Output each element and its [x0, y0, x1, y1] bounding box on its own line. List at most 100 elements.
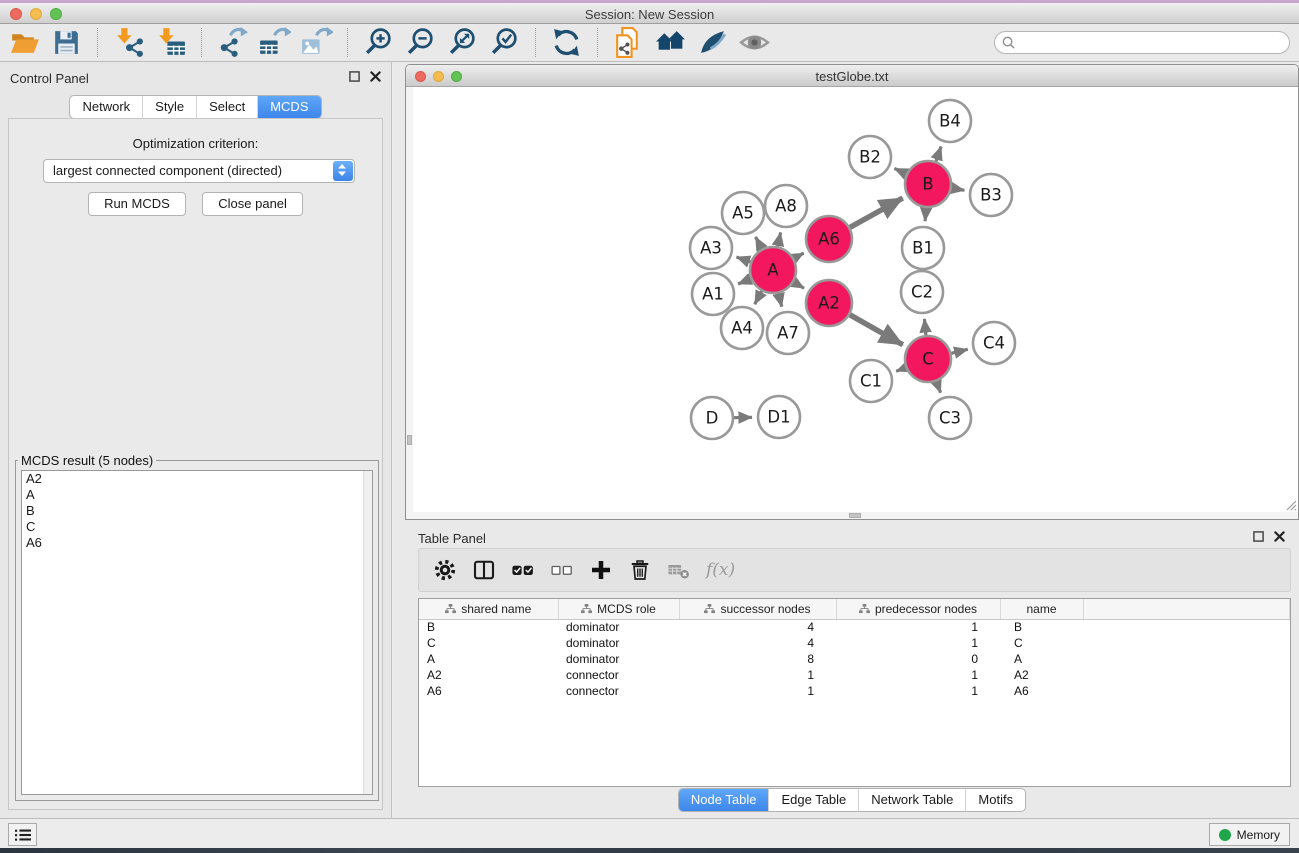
table-row[interactable]: A2connector11A2 — [419, 667, 1290, 683]
edge-B-B2[interactable] — [894, 168, 906, 173]
node-A2[interactable]: A2 — [806, 280, 852, 326]
node-C1[interactable]: C1 — [850, 360, 892, 402]
add-icon[interactable] — [589, 558, 613, 582]
show-panels-button[interactable] — [8, 823, 37, 846]
edge-A-A4[interactable] — [755, 291, 762, 304]
scrollbar-thumb[interactable] — [849, 513, 861, 518]
edge-A2-C[interactable] — [850, 315, 903, 345]
function-icon[interactable]: f(x) — [706, 560, 735, 580]
mcds-result-item[interactable]: A2 — [22, 471, 372, 487]
node-C4[interactable]: C4 — [973, 322, 1015, 364]
mcds-result-item[interactable]: A — [22, 487, 372, 503]
network-horizontal-scrollbar[interactable] — [406, 512, 1298, 519]
tab-mcds[interactable]: MCDS — [257, 96, 320, 118]
import-network-icon[interactable] — [112, 26, 145, 59]
node-B4[interactable]: B4 — [929, 100, 971, 142]
node-B1[interactable]: B1 — [902, 227, 944, 269]
float-panel-icon[interactable] — [1253, 531, 1264, 542]
edge-A-A3[interactable] — [736, 257, 750, 262]
column-header-MCDS-role[interactable]: MCDS role — [558, 599, 679, 619]
mcds-result-item[interactable]: C — [22, 519, 372, 535]
edge-C-C4[interactable] — [951, 349, 967, 353]
node-A7[interactable]: A7 — [767, 312, 809, 354]
resize-grip[interactable] — [1284, 498, 1297, 511]
node-C2[interactable]: C2 — [901, 271, 943, 313]
table-row[interactable]: Cdominator41C — [419, 635, 1290, 651]
tab-motifs[interactable]: Motifs — [965, 789, 1025, 811]
network-vertical-scrollbar[interactable] — [406, 87, 413, 512]
table-row[interactable]: A6connector11A6 — [419, 683, 1290, 699]
column-header-shared-name[interactable]: shared name — [419, 599, 558, 619]
table-row[interactable]: Bdominator41B — [419, 619, 1290, 635]
column-header-successor-nodes[interactable]: successor nodes — [679, 599, 836, 619]
table-row[interactable]: Adominator80A — [419, 651, 1290, 667]
open-folder-icon[interactable] — [8, 26, 41, 59]
node-C3[interactable]: C3 — [929, 397, 971, 439]
tab-node-table[interactable]: Node Table — [679, 789, 769, 811]
node-B3[interactable]: B3 — [970, 174, 1012, 216]
search-input[interactable] — [994, 31, 1290, 54]
edge-A-A5[interactable] — [756, 237, 762, 249]
node-A3[interactable]: A3 — [690, 227, 732, 269]
close-panel-button[interactable]: Close panel — [202, 192, 303, 216]
node-A5[interactable]: A5 — [722, 192, 764, 234]
columns-icon[interactable] — [472, 558, 496, 582]
checked-pair-icon[interactable] — [511, 558, 535, 582]
node-B2[interactable]: B2 — [849, 136, 891, 178]
edge-A-A8[interactable] — [778, 232, 781, 246]
network-window-titlebar[interactable]: testGlobe.txt — [406, 65, 1298, 87]
mcds-result-item[interactable]: B — [22, 503, 372, 519]
node-A4[interactable]: A4 — [721, 307, 763, 349]
edge-A-A6[interactable] — [794, 253, 804, 258]
edge-C-C2[interactable] — [924, 319, 925, 335]
import-table-icon[interactable] — [154, 26, 187, 59]
save-icon[interactable] — [50, 26, 83, 59]
edge-B-B1[interactable] — [925, 208, 926, 221]
style-preview-icon[interactable] — [696, 26, 729, 59]
run-mcds-button[interactable]: Run MCDS — [88, 192, 186, 216]
close-panel-icon[interactable] — [1274, 531, 1285, 542]
delete-icon[interactable] — [628, 558, 652, 582]
delete-table-icon[interactable] — [667, 558, 691, 582]
node-A1[interactable]: A1 — [692, 273, 734, 315]
node-B[interactable]: B — [905, 161, 951, 207]
tab-network-table[interactable]: Network Table — [858, 789, 965, 811]
unchecked-pair-icon[interactable] — [550, 558, 574, 582]
tab-select[interactable]: Select — [196, 96, 257, 118]
edge-C-C3[interactable] — [936, 381, 940, 392]
home-icon[interactable] — [654, 26, 687, 59]
export-network-icon[interactable] — [216, 26, 249, 59]
node-D1[interactable]: D1 — [758, 396, 800, 438]
export-table-icon[interactable] — [258, 26, 291, 59]
node-A[interactable]: A — [750, 247, 796, 293]
node-A6[interactable]: A6 — [806, 216, 852, 262]
column-header-predecessor-nodes[interactable]: predecessor nodes — [836, 599, 1000, 619]
node-A8[interactable]: A8 — [765, 185, 807, 227]
float-panel-icon[interactable] — [349, 71, 360, 82]
zoom-selected-icon[interactable] — [488, 26, 521, 59]
tab-edge-table[interactable]: Edge Table — [768, 789, 858, 811]
edge-C-C1[interactable] — [896, 368, 905, 372]
list-scrollbar[interactable] — [363, 471, 372, 794]
scrollbar-thumb[interactable] — [407, 435, 412, 445]
duplicate-network-icon[interactable] — [612, 26, 645, 59]
column-header-name[interactable]: name — [1000, 599, 1083, 619]
edge-A-A7[interactable] — [779, 293, 782, 306]
edge-B-B3[interactable] — [952, 188, 965, 190]
close-panel-icon[interactable] — [370, 71, 381, 82]
eye-icon[interactable] — [738, 26, 771, 59]
node-D[interactable]: D — [691, 397, 733, 439]
tab-style[interactable]: Style — [142, 96, 196, 118]
zoom-in-icon[interactable] — [362, 26, 395, 59]
tab-network[interactable]: Network — [70, 96, 142, 118]
zoom-out-icon[interactable] — [404, 26, 437, 59]
export-image-icon[interactable] — [300, 26, 333, 59]
edge-A6-B[interactable] — [850, 198, 903, 227]
edge-A-A1[interactable] — [738, 279, 751, 284]
memory-button[interactable]: Memory — [1209, 823, 1290, 846]
node-C[interactable]: C — [905, 336, 951, 382]
edge-B-B4[interactable] — [936, 146, 941, 161]
zoom-fit-icon[interactable] — [446, 26, 479, 59]
mcds-result-list[interactable]: A2ABCA6 — [21, 470, 373, 795]
network-canvas[interactable]: B4 B2 B B3 B1 A5A8A6 A3 A A1 A2 C2 A4A7 C C4 C1 C3 D D1 — [413, 87, 1298, 512]
